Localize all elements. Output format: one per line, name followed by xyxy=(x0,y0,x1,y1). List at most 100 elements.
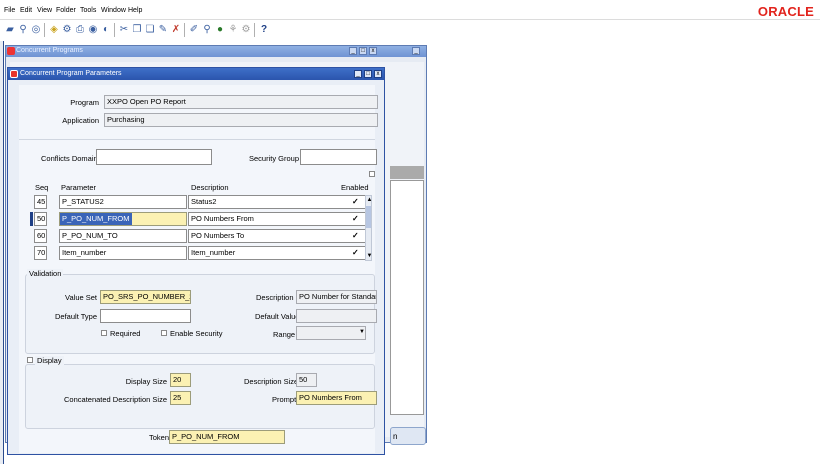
enabled-check[interactable]: ✓ xyxy=(352,249,359,257)
menu-bar: File Edit View Folder Tools Window Help … xyxy=(0,0,820,20)
maximize-icon[interactable]: □ xyxy=(359,47,367,55)
save-icon[interactable]: ◈ xyxy=(48,24,60,36)
seq-cell[interactable]: 50 xyxy=(34,212,47,226)
close-icon[interactable]: x xyxy=(374,70,382,78)
zoom-icon[interactable]: ⚲ xyxy=(201,24,213,36)
enable-security-checkbox[interactable] xyxy=(161,330,167,336)
validation-title: Validation xyxy=(27,269,64,278)
validation-description-field[interactable]: PO Number for Standard and xyxy=(296,290,377,304)
new-icon[interactable]: ▰ xyxy=(4,24,16,36)
enabled-check[interactable]: ✓ xyxy=(352,198,359,206)
navigator-icon[interactable]: ◎ xyxy=(30,24,42,36)
application-field[interactable]: Purchasing xyxy=(104,113,378,127)
menu-tools[interactable]: Tools xyxy=(80,7,96,14)
menu-folder[interactable]: Folder xyxy=(56,7,76,14)
default-type-field[interactable] xyxy=(100,309,191,323)
divider xyxy=(19,139,375,140)
restore-icon[interactable]: _ xyxy=(412,47,420,55)
seq-cell[interactable]: 60 xyxy=(34,229,47,243)
description-size-field[interactable]: 50 xyxy=(296,373,317,387)
selected-text: P_PO_NUM_FROM xyxy=(60,213,132,225)
concurrent-programs-title: Concurrent Programs xyxy=(16,47,83,54)
back-window-button[interactable]: n xyxy=(390,427,426,445)
seq-cell[interactable]: 70 xyxy=(34,246,47,260)
clear-icon[interactable]: ✎ xyxy=(157,24,169,36)
current-record-indicator xyxy=(30,212,33,226)
toolbar-separator xyxy=(114,23,115,37)
seq-header: Seq xyxy=(35,183,49,192)
concatenated-description-size-field[interactable]: 25 xyxy=(170,391,191,405)
minimize-icon[interactable]: _ xyxy=(349,47,357,55)
scroll-up-icon[interactable]: ▲ xyxy=(366,197,373,203)
menu-view[interactable]: View xyxy=(37,7,52,14)
parameter-cell[interactable]: P_STATUS2 xyxy=(59,195,187,209)
toolbar-separator xyxy=(254,23,255,37)
chevron-down-icon[interactable]: ▼ xyxy=(359,329,365,335)
mdi-frame-edge xyxy=(0,41,4,464)
enabled-check[interactable]: ✓ xyxy=(352,232,359,240)
enabled-header: Enabled xyxy=(341,183,369,192)
close-icon[interactable]: x xyxy=(369,47,377,55)
description-cell[interactable]: Item_number xyxy=(188,246,369,260)
attach-doc-icon[interactable]: ◐ xyxy=(100,24,112,36)
rows-scrollbar[interactable]: ▲ ▼ xyxy=(365,195,372,261)
scroll-down-icon[interactable]: ▼ xyxy=(366,253,373,259)
prompt-field[interactable]: PO Numbers From xyxy=(296,391,377,405)
menu-help[interactable]: Help xyxy=(128,7,142,14)
enabled-check[interactable]: ✓ xyxy=(352,215,359,223)
oracle-window-icon xyxy=(7,47,15,55)
delete-icon[interactable]: ✗ xyxy=(170,24,182,36)
description-cell[interactable]: Status2 xyxy=(188,195,369,209)
parameter-cell[interactable]: P_PO_NUM_TO xyxy=(59,229,187,243)
concatenated-description-size-label: Concatenated Description Size xyxy=(64,395,167,404)
toolbar-separator xyxy=(184,23,185,37)
dialog-body: Program XXPO Open PO Report Application … xyxy=(19,85,378,453)
column-header-bar xyxy=(390,166,424,179)
dialog-checkbox[interactable] xyxy=(369,171,375,177)
menu-file[interactable]: File xyxy=(4,7,15,14)
print-icon[interactable]: ⎙ xyxy=(74,24,86,36)
display-size-field[interactable]: 20 xyxy=(170,373,191,387)
conflicts-domain-field[interactable] xyxy=(96,149,212,165)
menu-edit[interactable]: Edit xyxy=(20,7,32,14)
seq-cell[interactable]: 45 xyxy=(34,195,47,209)
translations-icon[interactable]: ● xyxy=(214,24,226,36)
find-icon[interactable]: ⚲ xyxy=(17,24,29,36)
next-step-icon[interactable]: ⚙ xyxy=(61,24,73,36)
program-field[interactable]: XXPO Open PO Report xyxy=(104,95,378,109)
display-title: Display xyxy=(35,356,64,365)
help-icon[interactable]: ? xyxy=(258,24,270,36)
edit-field-icon[interactable]: ✐ xyxy=(188,24,200,36)
range-select[interactable] xyxy=(296,326,366,340)
cut-icon[interactable]: ✂ xyxy=(118,24,130,36)
conflicts-domain-label: Conflicts Domain xyxy=(41,154,98,163)
attachments-icon[interactable]: ⚘ xyxy=(227,24,239,36)
security-group-field[interactable] xyxy=(300,149,377,165)
maximize-icon[interactable]: □ xyxy=(364,70,372,78)
copy-icon[interactable]: ❐ xyxy=(131,24,143,36)
token-field[interactable]: P_PO_NUM_FROM xyxy=(169,430,285,444)
menu-window[interactable]: Window xyxy=(101,7,126,14)
close-form-icon[interactable]: ◉ xyxy=(87,24,99,36)
parameter-cell[interactable]: Item_number xyxy=(59,246,187,260)
folder-tools-icon[interactable]: ⚙ xyxy=(240,24,252,36)
concurrent-programs-titlebar[interactable]: Concurrent Programs _ □ x _ xyxy=(6,46,426,57)
required-checkbox[interactable] xyxy=(101,330,107,336)
display-checkbox[interactable] xyxy=(27,357,33,363)
prompt-label: Prompt xyxy=(272,395,297,404)
parameter-header: Parameter xyxy=(61,183,97,192)
dialog-titlebar[interactable]: Concurrent Program Parameters _ □ x xyxy=(8,68,384,80)
range-label: Range xyxy=(273,330,296,339)
scroll-thumb[interactable] xyxy=(366,206,371,228)
default-value-field[interactable] xyxy=(296,309,377,323)
description-cell[interactable]: PO Numbers To xyxy=(188,229,369,243)
value-set-field[interactable]: PO_SRS_PO_NUMBER_2 xyxy=(100,290,191,304)
program-label: Program xyxy=(70,98,99,107)
minimize-icon[interactable]: _ xyxy=(354,70,362,78)
paste-icon[interactable]: ❏ xyxy=(144,24,156,36)
description-cell[interactable]: PO Numbers From xyxy=(188,212,369,226)
dialog-title: Concurrent Program Parameters xyxy=(20,70,122,77)
parameter-cell-selected[interactable]: P_PO_NUM_FROM xyxy=(59,212,187,226)
description-size-label: Description Size xyxy=(244,377,299,386)
default-type-label: Default Type xyxy=(55,312,97,321)
